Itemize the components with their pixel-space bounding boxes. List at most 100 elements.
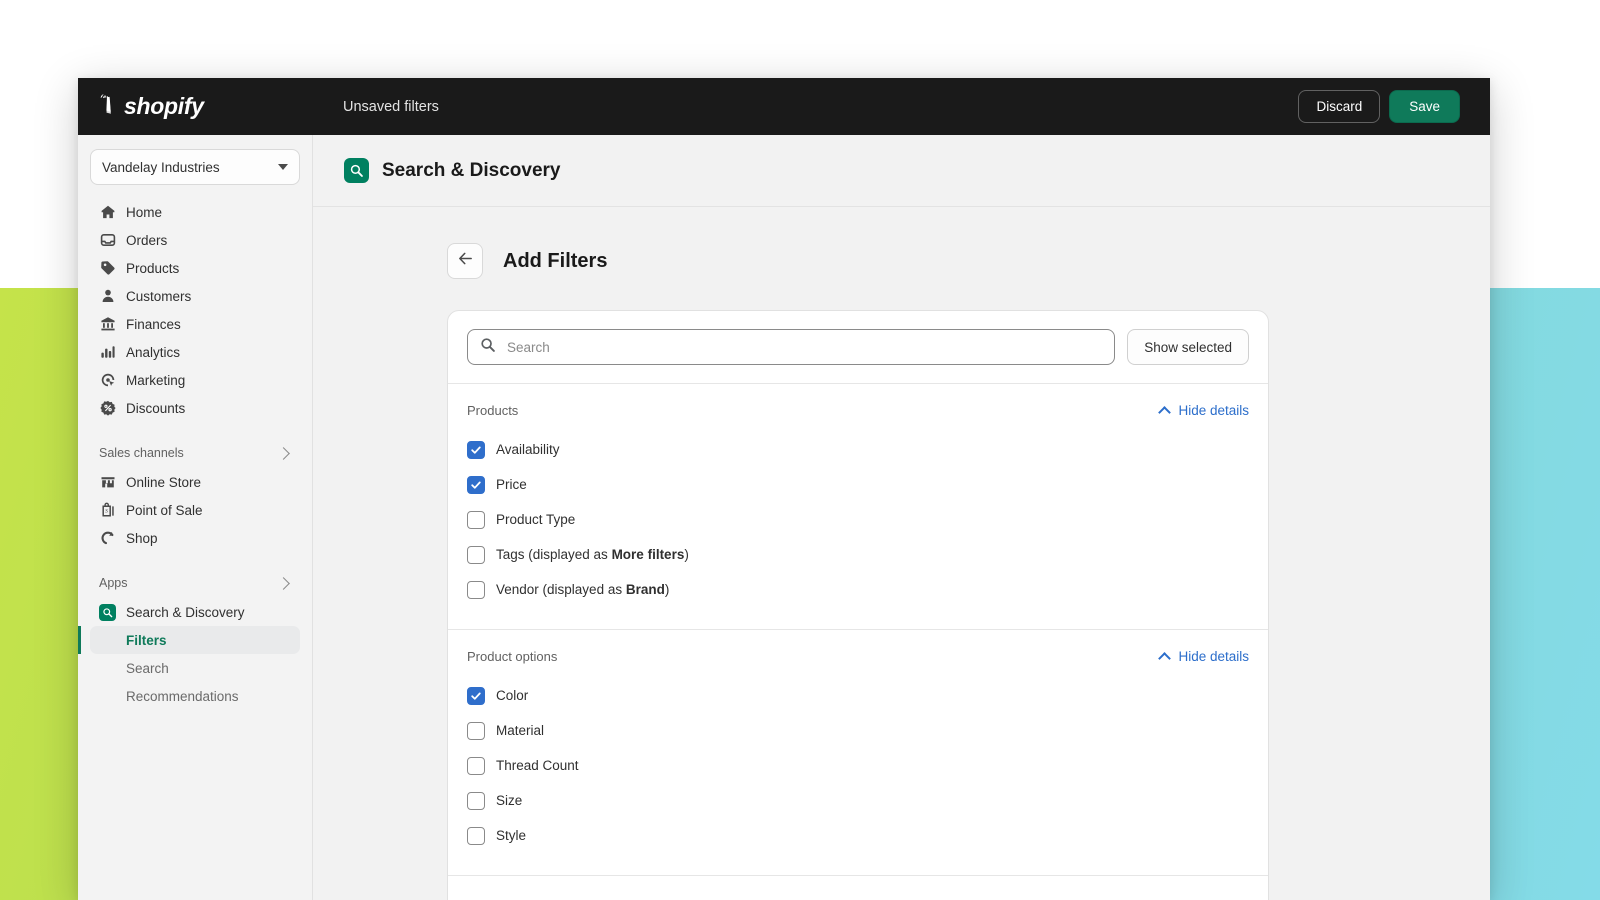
analytics-bars-icon bbox=[99, 344, 116, 361]
back-button[interactable] bbox=[447, 243, 483, 279]
content-scroll-area: Add Filters Show selected bbox=[313, 207, 1490, 900]
filter-option-label: Size bbox=[496, 793, 522, 808]
sidebar-item-label: Home bbox=[126, 205, 162, 220]
filter-option-tags[interactable]: Tags (displayed as More filters) bbox=[467, 537, 1249, 572]
store-selector[interactable]: Vandelay Industries bbox=[90, 149, 300, 185]
search-input[interactable] bbox=[507, 340, 1102, 355]
shop-icon bbox=[99, 530, 116, 547]
filter-option-label: Style bbox=[496, 828, 526, 843]
section-next-partial bbox=[448, 875, 1268, 900]
hide-details-toggle-product-options[interactable]: Hide details bbox=[1160, 649, 1249, 664]
search-field[interactable] bbox=[467, 329, 1115, 365]
discounts-percent-icon bbox=[99, 400, 116, 417]
app-title: Search & Discovery bbox=[382, 160, 561, 182]
sidebar-section-apps[interactable]: Apps bbox=[90, 568, 300, 598]
sidebar-item-label: Products bbox=[126, 261, 179, 276]
page-header: Add Filters bbox=[447, 243, 1269, 279]
checkbox-icon[interactable] bbox=[467, 476, 485, 494]
top-bar-actions: Discard Save bbox=[1298, 90, 1460, 123]
sidebar-item-marketing[interactable]: Marketing bbox=[90, 366, 300, 394]
search-row: Show selected bbox=[448, 311, 1268, 383]
show-selected-button[interactable]: Show selected bbox=[1127, 329, 1249, 365]
filter-option-size[interactable]: Size bbox=[467, 783, 1249, 818]
hide-details-label: Hide details bbox=[1178, 403, 1249, 418]
filter-option-material[interactable]: Material bbox=[467, 713, 1249, 748]
section-products: Products Hide details Availab bbox=[448, 383, 1268, 629]
checkbox-icon[interactable] bbox=[467, 581, 485, 599]
sidebar-item-customers[interactable]: Customers bbox=[90, 282, 300, 310]
sidebar-item-label: Orders bbox=[126, 233, 167, 248]
filter-option-style[interactable]: Style bbox=[467, 818, 1249, 853]
marketing-target-icon bbox=[99, 372, 116, 389]
discard-button[interactable]: Discard bbox=[1298, 90, 1380, 123]
filter-option-product-type[interactable]: Product Type bbox=[467, 502, 1249, 537]
products-tag-icon bbox=[99, 260, 116, 277]
save-button[interactable]: Save bbox=[1389, 90, 1460, 123]
sidebar-item-label: Point of Sale bbox=[126, 503, 203, 518]
sidebar-subitem-label: Recommendations bbox=[126, 689, 239, 704]
hide-details-toggle-products[interactable]: Hide details bbox=[1160, 403, 1249, 418]
sidebar-item-point-of-sale[interactable]: S Point of Sale bbox=[90, 496, 300, 524]
sidebar-item-label: Marketing bbox=[126, 373, 185, 388]
sidebar-item-orders[interactable]: Orders bbox=[90, 226, 300, 254]
sidebar-subitem-label: Search bbox=[126, 661, 169, 676]
section-title: Product options bbox=[467, 649, 1160, 664]
sidebar-item-online-store[interactable]: Online Store bbox=[90, 468, 300, 496]
orders-icon bbox=[99, 232, 116, 249]
filter-option-label: Price bbox=[496, 477, 527, 492]
sidebar-item-home[interactable]: Home bbox=[90, 198, 300, 226]
svg-text:S: S bbox=[105, 509, 108, 515]
arrow-left-icon bbox=[457, 250, 474, 272]
filter-option-label: Product Type bbox=[496, 512, 575, 527]
filter-option-label: Tags (displayed as More filters) bbox=[496, 547, 689, 562]
sidebar-item-analytics[interactable]: Analytics bbox=[90, 338, 300, 366]
sidebar-item-recommendations[interactable]: Recommendations bbox=[90, 682, 300, 710]
filter-option-label: Color bbox=[496, 688, 528, 703]
checkbox-icon[interactable] bbox=[467, 441, 485, 459]
top-bar: shopify Unsaved filters Discard Save bbox=[78, 78, 1490, 135]
sidebar-item-discounts[interactable]: Discounts bbox=[90, 394, 300, 422]
sidebar-item-shop[interactable]: Shop bbox=[90, 524, 300, 552]
filter-option-availability[interactable]: Availability bbox=[467, 432, 1249, 467]
filter-option-color[interactable]: Color bbox=[467, 678, 1249, 713]
app-window: shopify Unsaved filters Discard Save Van… bbox=[78, 78, 1490, 900]
filter-option-thread-count[interactable]: Thread Count bbox=[467, 748, 1249, 783]
storefront-icon bbox=[99, 474, 116, 491]
finances-bank-icon bbox=[99, 316, 116, 333]
shopify-wordmark: shopify bbox=[124, 93, 204, 120]
filter-option-label: Thread Count bbox=[496, 758, 579, 773]
sidebar-item-label: Finances bbox=[126, 317, 181, 332]
filter-option-label: Material bbox=[496, 723, 544, 738]
sidebar-item-label: Discounts bbox=[126, 401, 185, 416]
checkbox-icon[interactable] bbox=[467, 687, 485, 705]
checkbox-icon[interactable] bbox=[467, 511, 485, 529]
section-header: Products Hide details bbox=[467, 403, 1249, 418]
section-title: Products bbox=[467, 403, 1160, 418]
sidebar-item-products[interactable]: Products bbox=[90, 254, 300, 282]
sidebar-item-search-and-discovery[interactable]: Search & Discovery bbox=[90, 598, 300, 626]
filter-option-label: Availability bbox=[496, 442, 560, 457]
checkbox-icon[interactable] bbox=[467, 546, 485, 564]
section-product-options: Product options Hide details bbox=[448, 629, 1268, 875]
checkbox-icon[interactable] bbox=[467, 792, 485, 810]
section-header: Product options Hide details bbox=[467, 649, 1249, 664]
filters-card: Show selected Products Hide details bbox=[447, 310, 1269, 900]
active-indicator-bar bbox=[78, 626, 81, 654]
shopify-brand[interactable]: shopify bbox=[78, 93, 313, 120]
sidebar-item-finances[interactable]: Finances bbox=[90, 310, 300, 338]
page-title: Add Filters bbox=[503, 250, 607, 273]
chevron-up-icon bbox=[1159, 406, 1172, 419]
checkbox-icon[interactable] bbox=[467, 722, 485, 740]
sidebar-item-label: Shop bbox=[126, 531, 158, 546]
checkbox-icon[interactable] bbox=[467, 827, 485, 845]
sidebar-item-label: Analytics bbox=[126, 345, 180, 360]
sidebar-item-search[interactable]: Search bbox=[90, 654, 300, 682]
main-content: Search & Discovery Add Filters bbox=[313, 135, 1490, 900]
sidebar-item-label: Online Store bbox=[126, 475, 201, 490]
checkbox-icon[interactable] bbox=[467, 757, 485, 775]
filter-option-price[interactable]: Price bbox=[467, 467, 1249, 502]
sidebar-item-filters[interactable]: Filters bbox=[90, 626, 300, 654]
sidebar-section-sales-channels[interactable]: Sales channels bbox=[90, 438, 300, 468]
sidebar: Vandelay Industries Home Orders Pro bbox=[78, 135, 313, 900]
filter-option-vendor[interactable]: Vendor (displayed as Brand) bbox=[467, 572, 1249, 607]
